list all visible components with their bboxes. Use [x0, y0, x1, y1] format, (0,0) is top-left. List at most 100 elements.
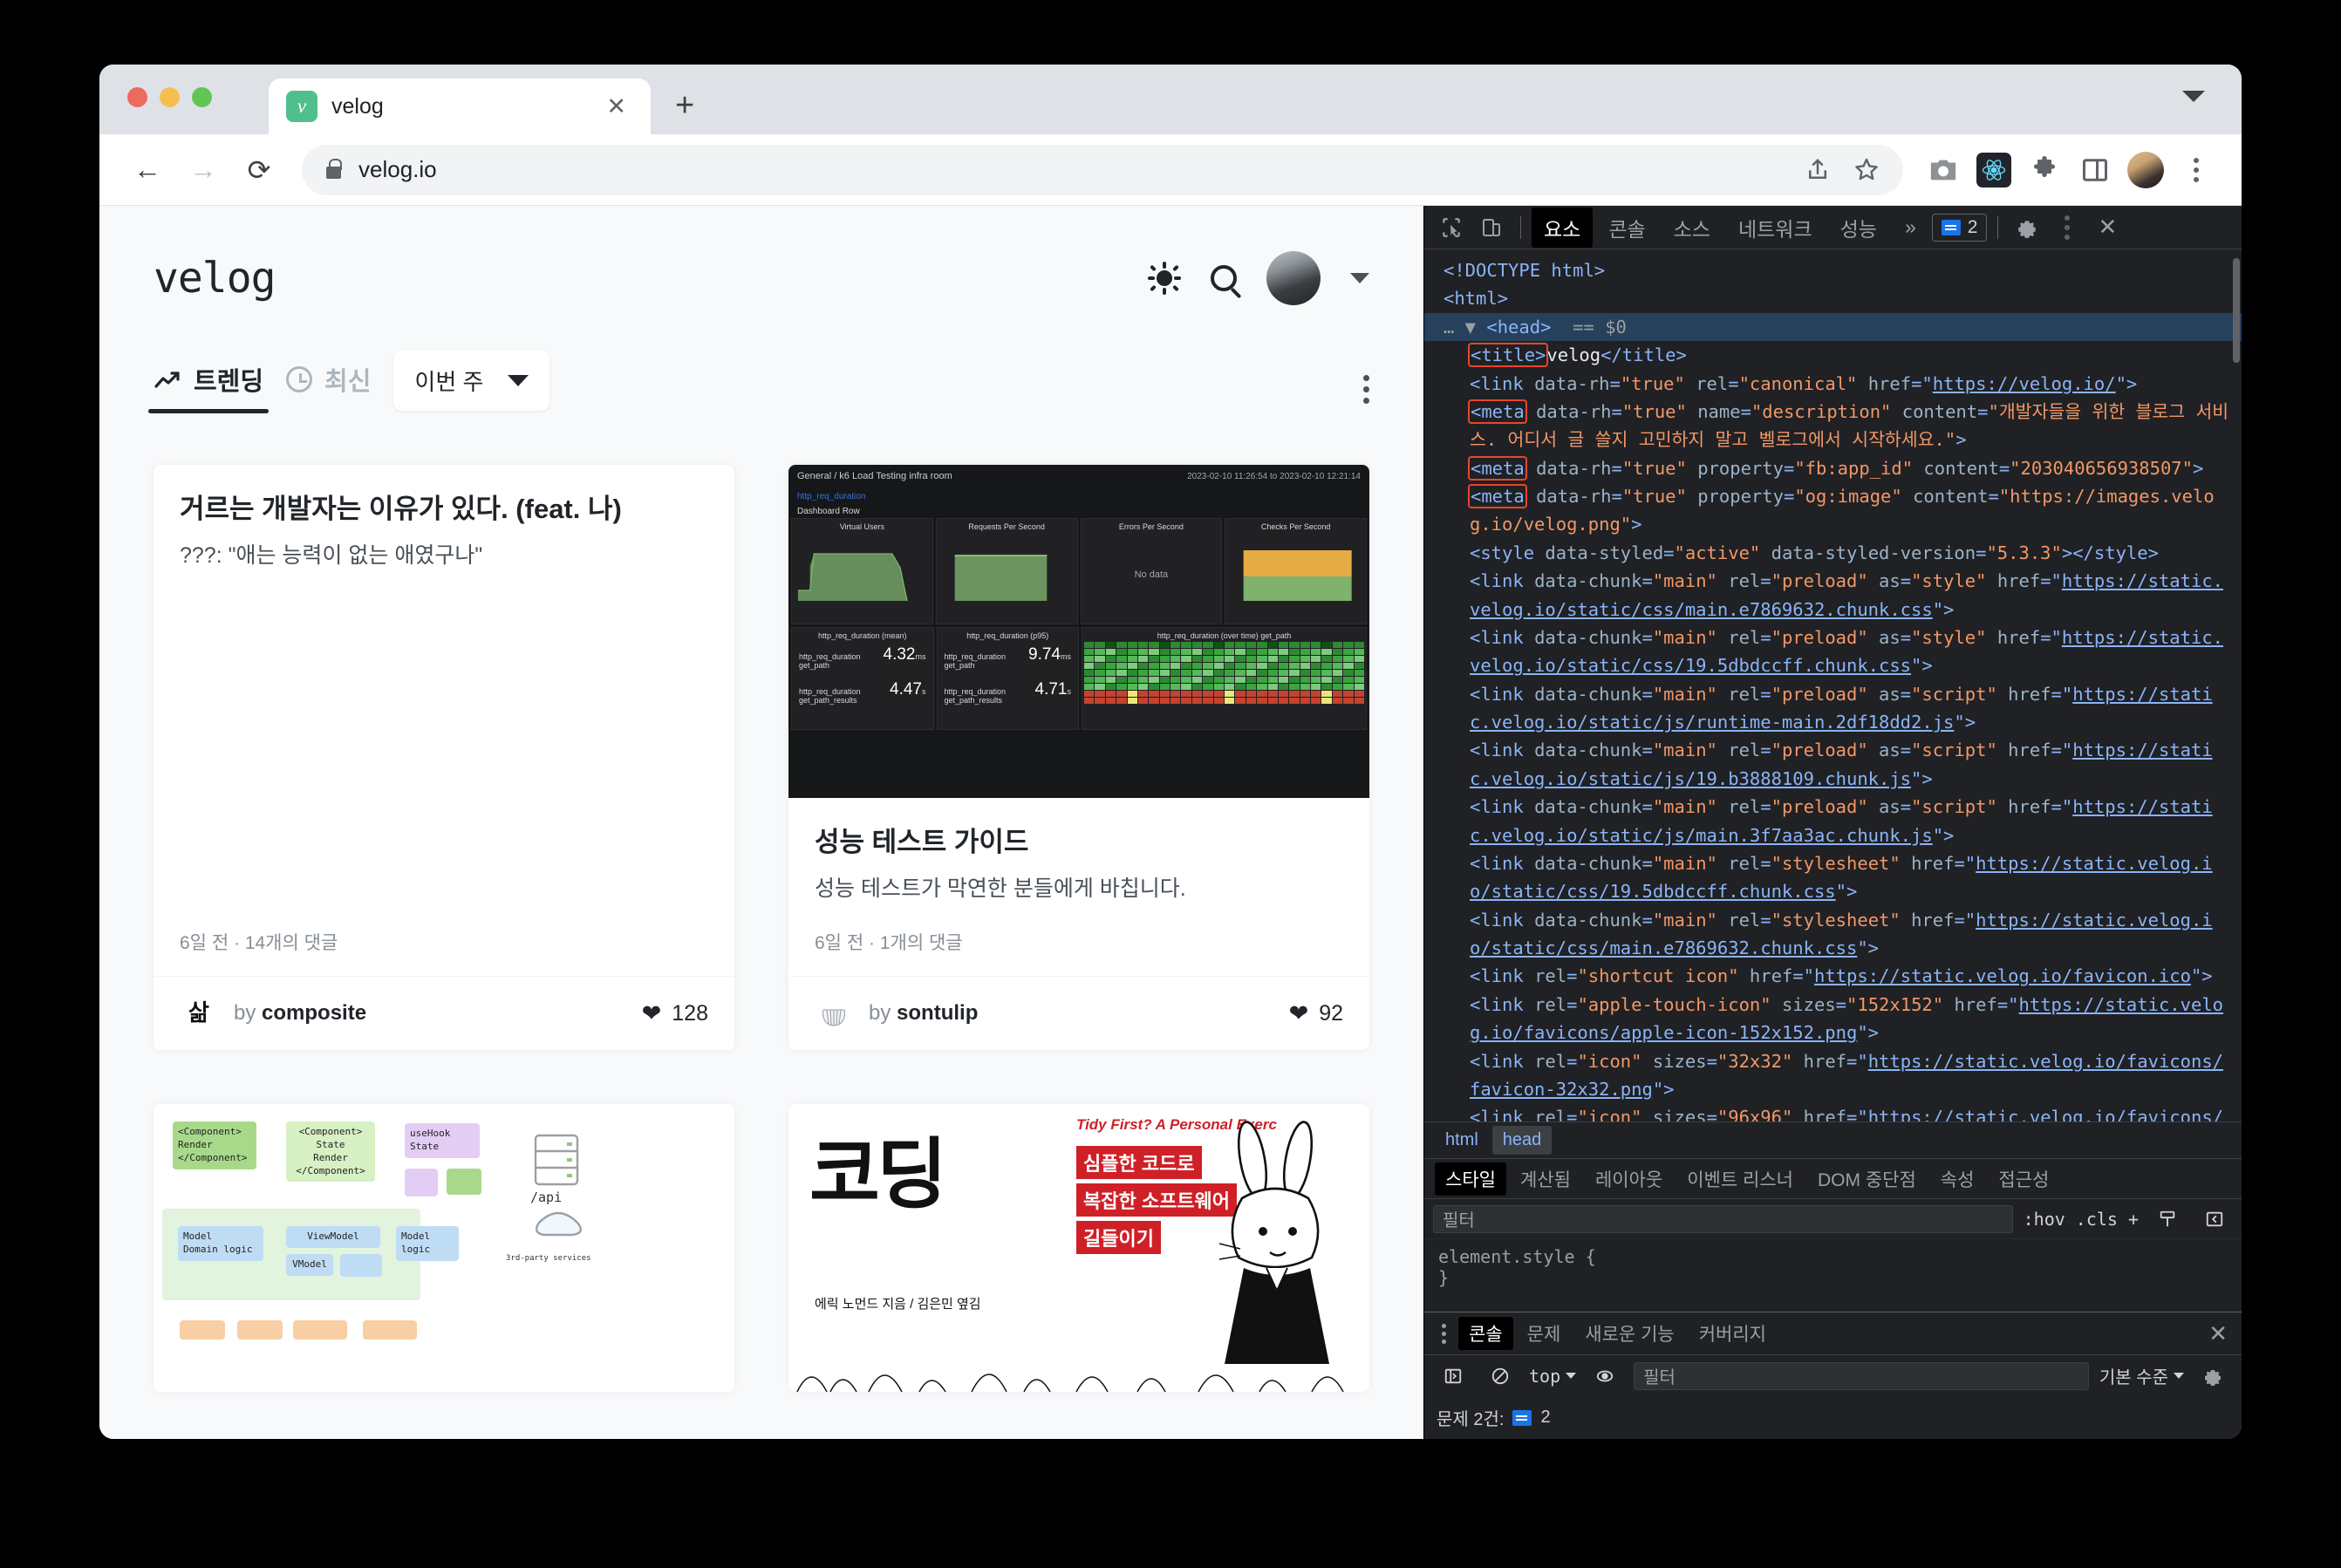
drawer-tab-whats-new[interactable]: 새로운 기능 [1574, 1317, 1684, 1350]
tab-network[interactable]: 네트워크 [1726, 208, 1825, 248]
dom-node-line[interactable]: <!DOCTYPE html> [1424, 256, 2242, 284]
tab-elements[interactable]: 요소 [1532, 207, 1594, 248]
sun-theme-icon[interactable] [1148, 262, 1181, 295]
tab-computed[interactable]: 계산됨 [1510, 1162, 1581, 1196]
dom-node-line[interactable]: <html> [1424, 284, 2242, 312]
post-title[interactable]: 거르는 개발자는 이유가 있다. (feat. 나) [180, 491, 708, 528]
author-avatar[interactable]: 삶 [180, 994, 218, 1033]
tab-sources[interactable]: 소스 [1662, 208, 1723, 248]
device-toolbar-icon[interactable] [1473, 210, 1510, 245]
devtools-kebab-icon[interactable] [2049, 210, 2085, 245]
console-settings-gear-icon[interactable] [2194, 1359, 2231, 1394]
cls-toggle[interactable]: .cls [2076, 1209, 2118, 1230]
console-level-select[interactable]: 기본 수준 [2099, 1363, 2184, 1388]
post-title[interactable]: 성능 테스트 가이드 [815, 824, 1343, 861]
share-icon[interactable] [1795, 147, 1840, 193]
console-issues-message[interactable]: 문제 2건: 2 [1424, 1396, 2242, 1439]
react-devtools-icon[interactable] [1971, 147, 2017, 193]
back-button[interactable]: ← [122, 145, 173, 195]
dom-tree[interactable]: <!DOCTYPE html> <html>… ▼ <head> == $0 <ti… [1424, 249, 2242, 1121]
extensions-puzzle-icon[interactable] [2022, 147, 2067, 193]
dom-scrollbar[interactable] [2233, 258, 2240, 363]
like-count[interactable]: ❤ 92 [1289, 1000, 1343, 1027]
dom-node-line[interactable]: <meta data-rh="true" property="fb:app_id… [1424, 454, 2242, 482]
dom-node-line[interactable]: <link data-chunk="main" rel="stylesheet"… [1424, 906, 2242, 963]
drawer-tab-coverage[interactable]: 커버리지 [1689, 1317, 1777, 1350]
sidebar-panel-icon[interactable] [2072, 147, 2118, 193]
post-card[interactable]: 코딩 Tidy First? A Personal Exercise in Em… [788, 1104, 1369, 1392]
close-window-button[interactable] [127, 87, 147, 107]
search-icon[interactable] [1211, 265, 1237, 291]
toggle-sidebar-icon[interactable] [2196, 1202, 2233, 1237]
more-tabs-icon[interactable]: » [1893, 210, 1928, 244]
chevron-down-icon[interactable] [2182, 91, 2205, 102]
dom-node-line[interactable]: <link rel="icon" sizes="32x32" href="htt… [1424, 1047, 2242, 1104]
dom-node-line[interactable]: <style data-styled="active" data-styled-… [1424, 539, 2242, 567]
drawer-tab-console[interactable]: 콘솔 [1458, 1317, 1513, 1350]
post-author[interactable]: by sontulip [869, 1001, 978, 1026]
tab-accessibility[interactable]: 접근성 [1988, 1162, 2059, 1196]
maximize-window-button[interactable] [192, 87, 212, 107]
console-filter-input[interactable]: 필터 [1634, 1361, 2089, 1390]
breadcrumb-head[interactable]: head [1491, 1126, 1553, 1155]
devtools-close-icon[interactable]: ✕ [2089, 210, 2126, 245]
computed-sidebar-icon[interactable] [2149, 1202, 2186, 1237]
console-eye-icon[interactable] [1587, 1359, 1623, 1394]
new-tab-button[interactable]: + [675, 89, 694, 122]
dom-node-line[interactable]: <link data-rh="true" rel="canonical" hre… [1424, 370, 2242, 398]
post-card[interactable]: 거르는 개발자는 이유가 있다. (feat. 나) ???: "애는 능력이 … [154, 465, 734, 1050]
clear-console-icon[interactable] [1482, 1359, 1519, 1394]
browser-tab[interactable]: v velog ✕ [269, 78, 651, 134]
post-card[interactable]: General / k6 Load Testing infra room 202… [788, 465, 1369, 1050]
dom-node-line[interactable]: <link data-chunk="main" rel="preload" as… [1424, 793, 2242, 849]
like-count[interactable]: ❤ 128 [642, 1000, 708, 1027]
dom-node-line[interactable]: <link data-chunk="main" rel="stylesheet"… [1424, 849, 2242, 906]
post-card[interactable]: <Component> Render </Component> <Component… [154, 1104, 734, 1392]
console-sidebar-icon[interactable] [1435, 1359, 1471, 1394]
dom-node-line[interactable]: <link data-chunk="main" rel="preload" as… [1424, 736, 2242, 793]
author-avatar[interactable] [815, 994, 853, 1033]
tab-latest[interactable]: 최신 [286, 361, 371, 413]
bookmark-star-icon[interactable] [1844, 147, 1889, 193]
reload-button[interactable]: ⟳ [234, 145, 284, 195]
browser-menu-kebab[interactable] [2174, 147, 2219, 193]
forward-button[interactable]: → [178, 145, 229, 195]
close-tab-icon[interactable]: ✕ [599, 92, 633, 122]
tab-performance[interactable]: 성능 [1828, 208, 1889, 248]
dom-node-line[interactable]: <link rel="icon" sizes="96x96" href="htt… [1424, 1103, 2242, 1121]
tab-console[interactable]: 콘솔 [1596, 208, 1657, 248]
dom-node-line[interactable]: … ▼ <head> == $0 [1424, 312, 2242, 342]
profile-avatar[interactable] [2123, 147, 2168, 193]
velog-logo[interactable]: velog [154, 254, 276, 303]
tab-styles[interactable]: 스타일 [1435, 1162, 1506, 1196]
settings-gear-icon[interactable] [2009, 210, 2045, 245]
tab-trending[interactable]: 트렌딩 [147, 361, 270, 413]
dom-node-line[interactable]: <link rel="shortcut icon" href="https://… [1424, 962, 2242, 990]
dom-node-line[interactable]: <meta data-rh="true" name="description" … [1424, 398, 2242, 454]
new-style-rule-button[interactable]: + [2128, 1209, 2139, 1230]
dom-node-line[interactable]: <meta data-rh="true" property="og:image"… [1424, 482, 2242, 539]
tab-properties[interactable]: 속성 [1930, 1162, 1985, 1196]
user-avatar[interactable] [1266, 251, 1321, 305]
dom-node-line[interactable]: <title>velog</title> [1424, 341, 2242, 369]
dom-node-line[interactable]: <link data-chunk="main" rel="preload" as… [1424, 567, 2242, 624]
breadcrumb-html[interactable]: html [1435, 1126, 1489, 1155]
minimize-window-button[interactable] [160, 87, 180, 107]
drawer-close-icon[interactable]: ✕ [2208, 1320, 2228, 1347]
dom-node-line[interactable]: <link data-chunk="main" rel="preload" as… [1424, 624, 2242, 680]
issues-badge[interactable]: 2 [1931, 213, 1988, 242]
dom-node-line[interactable]: <link rel="apple-touch-icon" sizes="152x… [1424, 991, 2242, 1047]
period-select[interactable]: 이번 주 [393, 351, 550, 411]
drawer-tab-issues[interactable]: 문제 [1517, 1317, 1572, 1350]
tab-layout[interactable]: 레이아웃 [1585, 1162, 1673, 1196]
tab-event-listeners[interactable]: 이벤트 리스너 [1676, 1162, 1804, 1196]
camera-icon[interactable] [1921, 147, 1966, 193]
styles-filter-input[interactable]: 필터 [1433, 1204, 2013, 1233]
address-bar[interactable]: velog.io [302, 144, 1903, 195]
user-menu-caret-icon[interactable] [1350, 273, 1369, 283]
console-context-select[interactable]: top [1529, 1366, 1577, 1387]
drawer-kebab-icon[interactable] [1433, 1323, 1455, 1344]
dom-node-line[interactable]: <link data-chunk="main" rel="preload" as… [1424, 680, 2242, 737]
inspect-element-icon[interactable] [1433, 210, 1470, 245]
hov-toggle[interactable]: :hov [2024, 1209, 2065, 1230]
